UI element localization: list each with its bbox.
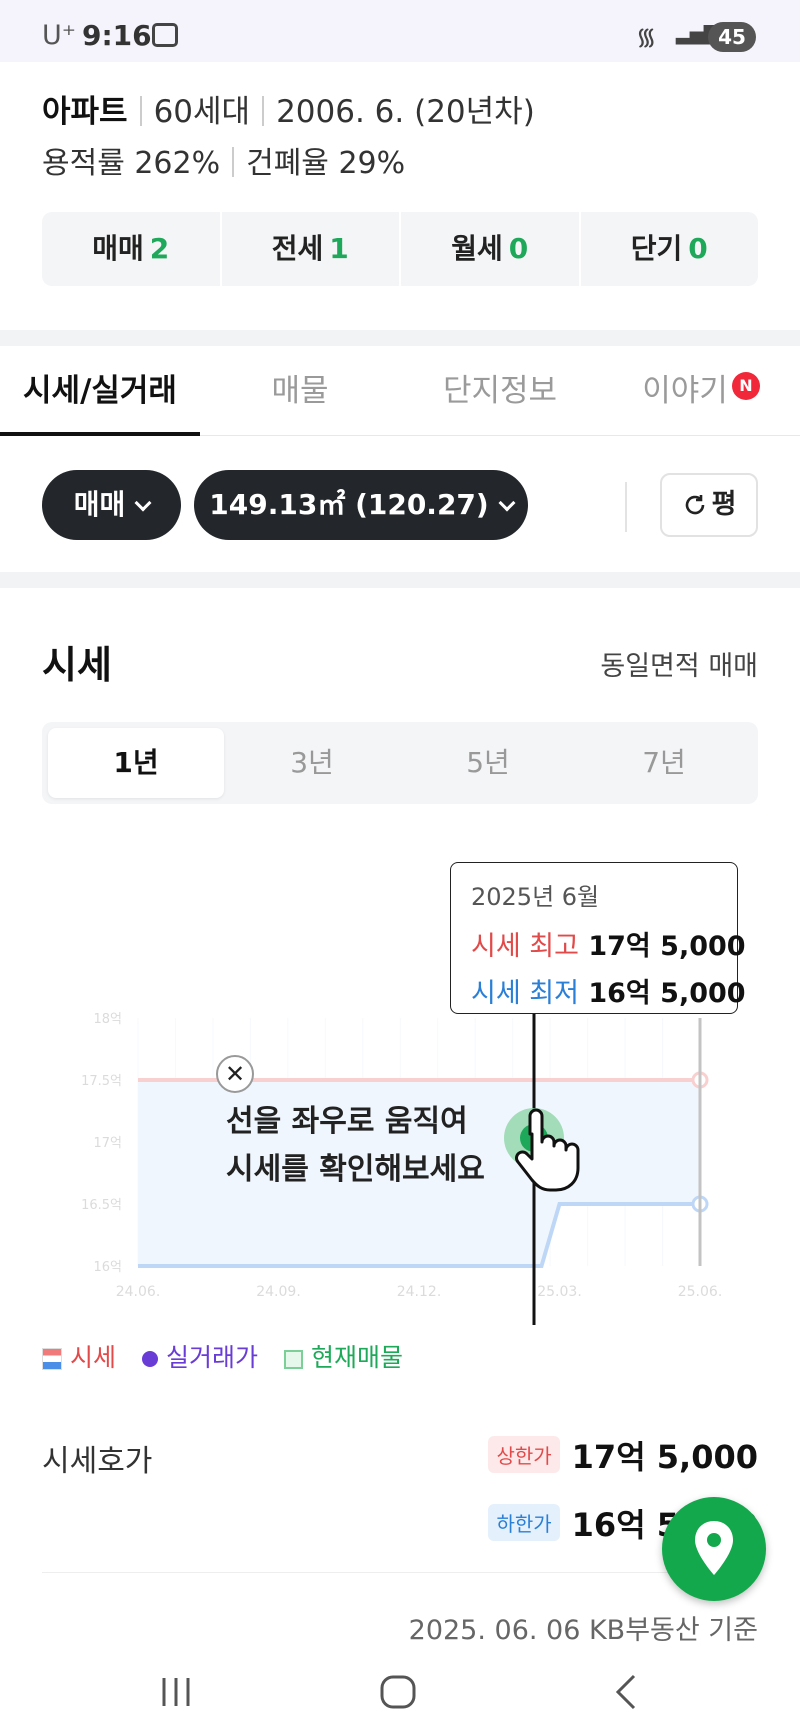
status-bar: U⁺ 9:16 ᯾ ▂▄▆ 45 xyxy=(0,0,800,62)
deal-type-label: 매매 xyxy=(73,488,126,521)
area-dropdown[interactable]: 149.13㎡ (120.27) xyxy=(194,470,528,540)
count-jeonse[interactable]: 전세 1 xyxy=(222,212,401,286)
recent-apps-icon[interactable] xyxy=(156,1672,196,1712)
tooltip-low-label: 시세 최저 xyxy=(471,978,579,1009)
tooltip-high-value: 17억 5,000 xyxy=(588,931,746,962)
chart-legend: 시세 실거래가 현재매물 xyxy=(42,1338,421,1374)
map-button[interactable] xyxy=(662,1497,766,1601)
x-tick-label: 25.06. xyxy=(678,1284,723,1300)
screen-capture-icon xyxy=(152,23,178,47)
legend-sise: 시세 xyxy=(42,1343,116,1372)
unit-toggle-label: 평 xyxy=(711,489,737,520)
y-tick-label: 16억 xyxy=(93,1260,122,1275)
ratio-info-line: 용적률 262% 건폐율 29% xyxy=(42,138,405,182)
legend-real: 실거래가 xyxy=(141,1343,258,1372)
battery-indicator: 45 xyxy=(708,22,756,52)
home-icon[interactable] xyxy=(378,1672,418,1712)
hand-pointer-icon xyxy=(515,1108,580,1192)
system-nav-bar xyxy=(0,1648,800,1734)
real-dot xyxy=(141,1351,158,1367)
floor-area-ratio: 용적률 262% xyxy=(42,146,221,181)
divider xyxy=(232,147,235,177)
period-5y[interactable]: 5년 xyxy=(400,728,576,798)
detail-tabs: 시세/실거래 매물 단지정보 이야기 N xyxy=(0,346,800,436)
count-short-term[interactable]: 단기 0 xyxy=(581,212,759,286)
tab-listings[interactable]: 매물 xyxy=(200,346,400,436)
complex-info-line: 아파트 60세대 2006. 6. (20년차) xyxy=(42,86,535,131)
x-tick-label: 24.09. xyxy=(256,1284,301,1300)
period-selector: 1년 3년 5년 7년 xyxy=(42,722,758,804)
carrier-label: U⁺ xyxy=(42,20,77,51)
wifi-icon: ᯾ xyxy=(636,23,657,51)
clock: 9:16 xyxy=(82,19,152,52)
period-3y[interactable]: 3년 xyxy=(224,728,400,798)
y-tick-label: 17억 xyxy=(93,1136,122,1151)
listing-counts: 매매 2 전세 1 월세 0 단기 0 xyxy=(42,212,758,286)
lower-tag: 하한가 xyxy=(488,1504,560,1541)
period-7y[interactable]: 7년 xyxy=(576,728,752,798)
quote-label: 시세호가 xyxy=(42,1444,153,1479)
y-tick-label: 17.5억 xyxy=(81,1074,122,1089)
current-swatch xyxy=(283,1350,303,1369)
deal-type-dropdown[interactable]: 매매 xyxy=(42,470,181,540)
count-sale[interactable]: 매매 2 xyxy=(42,212,222,286)
tooltip-high-row: 시세 최고 17억 5,000 xyxy=(471,924,746,963)
sise-swatch xyxy=(42,1348,62,1370)
building-type: 아파트 xyxy=(42,94,128,130)
divider xyxy=(139,96,142,126)
divider xyxy=(42,1572,758,1573)
tab-price-transactions[interactable]: 시세/실거래 xyxy=(0,346,200,436)
building-coverage: 건폐율 29% xyxy=(246,146,406,181)
y-tick-label: 16.5억 xyxy=(81,1198,122,1213)
chevron-down-icon xyxy=(134,494,152,512)
map-pin-icon xyxy=(695,1521,733,1575)
divider xyxy=(262,96,265,126)
legend-current: 현재매물 xyxy=(283,1343,403,1372)
coach-mark-text: 선을 좌우로 움직여 시세를 확인해보세요 xyxy=(226,1098,485,1194)
chevron-down-icon xyxy=(498,494,516,512)
coach-mark-close-button[interactable]: ✕ xyxy=(216,1055,254,1093)
upper-tag: 상한가 xyxy=(488,1436,560,1473)
new-badge: N xyxy=(732,372,760,400)
coach-mark-line2: 시세를 확인해보세요 xyxy=(226,1152,485,1187)
coach-mark-line1: 선을 좌우로 움직여 xyxy=(226,1104,468,1139)
y-tick-label: 18억 xyxy=(93,1012,122,1027)
built-date: 2006. 6. xyxy=(276,94,405,130)
tab-complex-info[interactable]: 단지정보 xyxy=(400,346,600,436)
area-label: 149.13㎡ (120.27) xyxy=(209,488,489,521)
tab-story[interactable]: 이야기 N xyxy=(640,346,760,436)
x-tick-label: 25.03. xyxy=(537,1284,582,1300)
refresh-icon xyxy=(685,495,704,515)
upper-value: 17억 5,000 xyxy=(571,1438,758,1476)
section-gap xyxy=(0,330,800,346)
tooltip-date: 2025년 6월 xyxy=(471,883,600,911)
tab-story-label: 이야기 xyxy=(642,373,728,409)
section-gap xyxy=(0,572,800,588)
x-tick-label: 24.06. xyxy=(116,1284,161,1300)
section-title: 시세 xyxy=(42,643,112,687)
filter-divider xyxy=(625,482,627,532)
unit-toggle-button[interactable]: 평 xyxy=(660,473,758,537)
x-tick-label: 24.12. xyxy=(397,1284,442,1300)
tooltip-low-row: 시세 최저 16억 5,000 xyxy=(471,971,746,1010)
tooltip-low-value: 16억 5,000 xyxy=(588,978,746,1009)
households: 60세대 xyxy=(153,94,251,130)
building-age: (20년차) xyxy=(414,94,535,130)
same-area-filter[interactable]: 동일면적 매매 xyxy=(600,644,758,683)
data-basis: 2025. 06. 06 KB부동산 기준 xyxy=(408,1615,758,1646)
back-icon[interactable] xyxy=(606,1672,646,1712)
upper-price-row: 상한가 17억 5,000 xyxy=(488,1432,758,1478)
tooltip-high-label: 시세 최고 xyxy=(471,931,579,962)
period-1y[interactable]: 1년 xyxy=(48,728,224,798)
count-monthly[interactable]: 월세 0 xyxy=(401,212,581,286)
price-tooltip: 2025년 6월 시세 최고 17억 5,000 시세 최저 16억 5,000 xyxy=(450,862,746,1014)
